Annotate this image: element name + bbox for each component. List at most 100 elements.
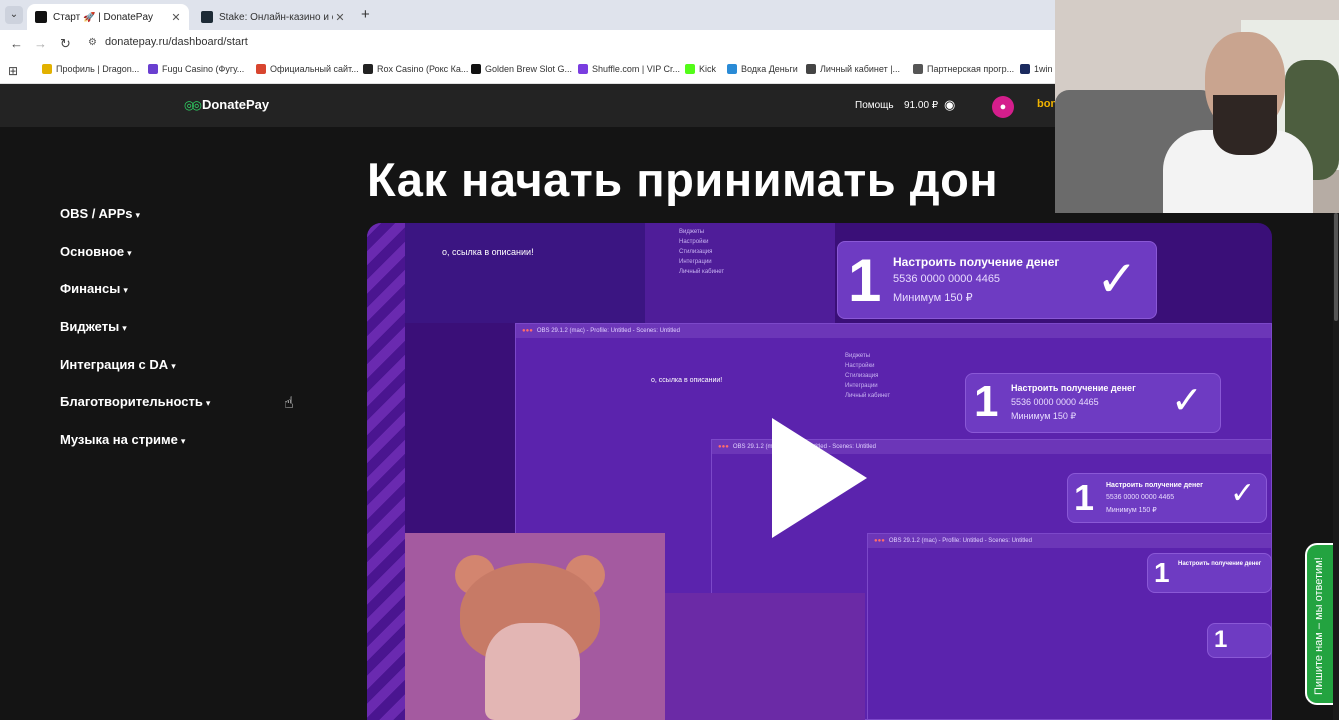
caret-down-icon: ▾	[135, 210, 141, 220]
bookmark-item[interactable]: 1win	[1020, 64, 1053, 74]
bookmark-icon	[471, 64, 481, 74]
video-menu-item: Личный кабинет	[845, 393, 891, 399]
video-caption: о, ссылка в описании!	[442, 247, 534, 257]
logo-text: DonatePay	[201, 97, 270, 112]
bookmark-icon	[148, 64, 158, 74]
tutorial-video[interactable]: о, ссылка в описании! Виджеты Настройки …	[367, 223, 1272, 720]
card-digits: 5536 0000 0000 4465	[1011, 397, 1099, 407]
video-setup-card: 1 Настроить получение денег 5536 0000 00…	[1067, 473, 1267, 523]
webcam-beard	[1213, 95, 1277, 155]
tab-search-icon[interactable]: ⌄	[5, 6, 23, 24]
caret-down-icon: ▾	[180, 436, 186, 446]
card-heading: Настроить получение денег	[1178, 561, 1262, 567]
video-caption: о, ссылка в описании!	[651, 377, 723, 384]
video-setup-card: 1	[1207, 623, 1272, 658]
bookmark-item[interactable]: Shuffle.com | VIP Cr...	[578, 64, 680, 74]
sidebar-item-music[interactable]: Музыка на стриме ▾	[60, 432, 185, 447]
sidebar-item-label: Виджеты	[60, 319, 120, 334]
logo[interactable]: ◎◎ DonatePay	[184, 97, 269, 112]
tab-donatepay[interactable]: Старт 🚀 | DonatePay ✕	[27, 4, 189, 30]
card-heading: Настроить получение денег	[1011, 383, 1136, 393]
sidebar-item-obs-apps[interactable]: OBS / APPs ▾	[60, 206, 140, 221]
sidebar-item-label: Благотворительность	[60, 394, 203, 409]
video-setup-card: 1 Настроить получение денег 5536 0000 00…	[965, 373, 1221, 433]
bookmark-label: Kick	[699, 64, 717, 74]
card-digits: 5536 0000 0000 4465	[1106, 494, 1175, 501]
caret-down-icon: ▾	[122, 323, 127, 333]
window-titlebar: ●●● OBS 29.1.2 (mac) - Profile: Untitled …	[516, 324, 1271, 338]
page-title: Как начать принимать дон	[367, 153, 999, 206]
new-tab-button[interactable]: +	[361, 6, 370, 23]
bookmark-label: Официальный сайт...	[270, 64, 359, 74]
bookmark-label: Fugu Casino (Фугу...	[162, 64, 245, 74]
bookmark-item[interactable]: Профиль | Dragon...	[42, 64, 139, 74]
close-icon[interactable]: ✕	[333, 11, 347, 24]
caret-down-icon: ▾	[205, 398, 211, 408]
video-menu-item: Виджеты	[845, 353, 871, 359]
forward-arrow-icon[interactable]: →	[34, 36, 47, 51]
card-minimum: Минимум 150 ₽	[1011, 411, 1077, 421]
close-icon[interactable]: ✕	[169, 11, 183, 24]
video-menu: Виджеты Настройки Стилизация Интеграции …	[845, 351, 890, 401]
balance-value: 91.00 ₽	[904, 100, 939, 111]
bookmark-icon	[42, 64, 52, 74]
apps-grid-icon[interactable]: ⊞	[8, 64, 18, 78]
sidebar-item-label: Музыка на стриме	[60, 432, 178, 447]
user-avatar-icon[interactable]: ●	[992, 96, 1014, 118]
bookmark-icon	[806, 64, 816, 74]
card-number: 1	[1154, 557, 1170, 588]
bookmark-label: 1win	[1034, 64, 1053, 74]
donatepay-favicon-icon	[35, 11, 47, 23]
eye-icon[interactable]: ◉	[944, 97, 955, 113]
play-icon[interactable]	[772, 418, 867, 538]
video-menu-item: Настройки	[679, 239, 709, 245]
video-panel	[645, 223, 835, 323]
card-minimum: Минимум 150 ₽	[1106, 507, 1157, 514]
bookmark-item[interactable]: Fugu Casino (Фугу...	[148, 64, 244, 74]
video-setup-card: 1 Настроить получение денег	[1147, 553, 1272, 593]
bookmark-label: Партнерская прогр...	[927, 64, 1015, 74]
sidebar-item-da-integration[interactable]: Интеграция с DA ▾	[60, 357, 176, 372]
sidebar-item-widgets[interactable]: Виджеты ▾	[60, 319, 127, 334]
card-minimum: Минимум 150 ₽	[893, 292, 973, 304]
caret-down-icon: ▾	[127, 248, 132, 258]
video-menu-item: Личный кабинет	[679, 269, 725, 275]
help-link[interactable]: Помощь	[855, 100, 894, 111]
webcam-overlay	[1055, 0, 1339, 213]
sidebar-item-finance[interactable]: Финансы ▾	[60, 281, 128, 296]
site-info-icon[interactable]: ⚙	[88, 37, 97, 48]
bookmark-item[interactable]: Официальный сайт...	[256, 64, 359, 74]
video-menu-item: Настройки	[845, 363, 875, 369]
bookmark-label: Golden Brew Slot G...	[485, 64, 573, 74]
bookmark-item[interactable]: Личный кабинет |...	[806, 64, 900, 74]
reload-icon[interactable]: ↻	[60, 36, 71, 52]
bookmark-label: Водка Деньги	[741, 64, 798, 74]
bookmark-item[interactable]: Водка Деньги	[727, 64, 798, 74]
video-menu-item: Интеграции	[679, 259, 712, 265]
presenter-face	[485, 623, 580, 720]
sidebar-item-label: OBS / APPs	[60, 206, 133, 221]
bookmark-icon	[913, 64, 923, 74]
window-titlebar: ●●● OBS 29.1.2 (mac) - Profile: Untitled …	[868, 534, 1271, 548]
window-title: OBS 29.1.2 (mac) - Profile: Untitled - S…	[888, 538, 1032, 544]
tab-stake[interactable]: Stake: Онлайн-казино и ставк ✕	[193, 4, 353, 30]
video-panel	[405, 223, 645, 323]
bookmark-item[interactable]: Партнерская прогр...	[913, 64, 1014, 74]
back-arrow-icon[interactable]: ←	[10, 36, 23, 51]
bookmark-item[interactable]: Kick	[685, 64, 716, 74]
sidebar-item-main[interactable]: Основное ▾	[60, 244, 132, 259]
chat-widget-tab[interactable]: Пишите нам – мы ответим!	[1305, 543, 1333, 705]
bookmark-icon	[1020, 64, 1030, 74]
bookmark-item[interactable]: Rox Casino (Рокс Ка...	[363, 64, 468, 74]
bookmark-item[interactable]: Golden Brew Slot G...	[471, 64, 572, 74]
scrollbar-thumb[interactable]	[1334, 213, 1338, 321]
card-number: 1	[848, 247, 882, 314]
sidebar-item-charity[interactable]: Благотворительность ▾	[60, 394, 210, 409]
video-setup-card: 1 Настроить получение денег 5536 0000 00…	[837, 241, 1157, 319]
url-field[interactable]: ⚙ donatepay.ru/dashboard/start	[88, 36, 248, 48]
bookmark-icon	[727, 64, 737, 74]
video-menu-item: Интеграции	[845, 383, 878, 389]
bookmark-icon	[256, 64, 266, 74]
stake-favicon-icon	[201, 11, 213, 23]
bookmark-icon	[578, 64, 588, 74]
